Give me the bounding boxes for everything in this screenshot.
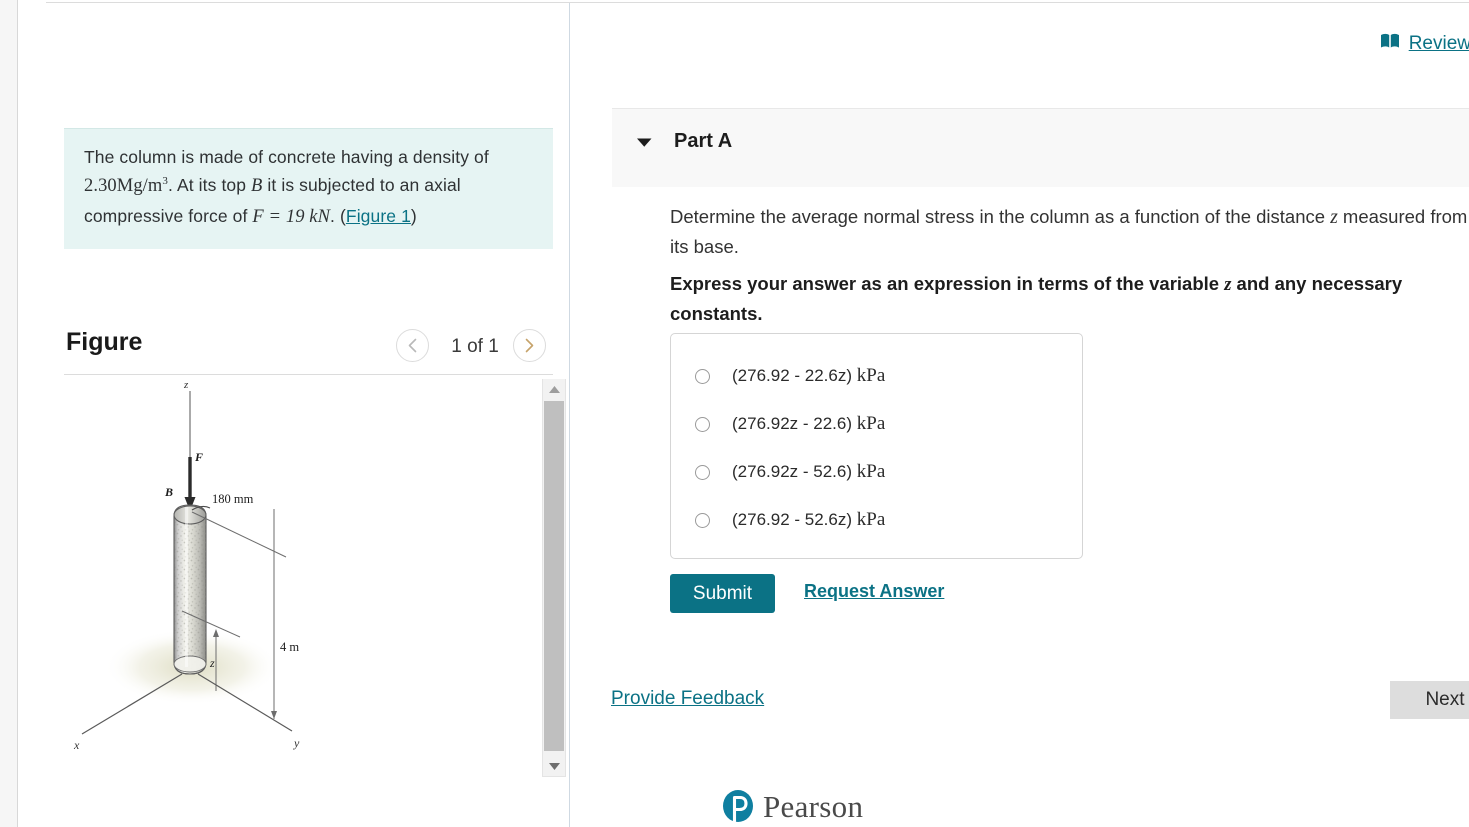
pearson-logo: Pearson	[722, 789, 863, 825]
radio-button-3[interactable]	[695, 464, 710, 480]
next-button[interactable]: Next	[1390, 681, 1469, 719]
density-units: Mg/m3	[116, 175, 169, 197]
radio-button-4[interactable]	[695, 512, 710, 528]
force-expression: F = 19 kN	[252, 207, 331, 228]
radio-button-1[interactable]	[695, 368, 710, 384]
prompt-text-a: Determine the average normal stress in t…	[670, 206, 1331, 227]
question-prompt: Determine the average normal stress in t…	[670, 203, 1469, 261]
figure-scroll-down-button[interactable]	[543, 756, 565, 776]
concrete-column	[173, 504, 207, 675]
radio-button-2[interactable]	[695, 416, 710, 432]
figure-scrollbar[interactable]	[542, 379, 566, 777]
review-label: Review	[1408, 33, 1469, 54]
submit-button[interactable]: Submit	[670, 574, 775, 613]
figure-1-link[interactable]: Figure 1	[346, 206, 411, 226]
y-axis-label: y	[293, 736, 300, 750]
answer-choice-4[interactable]: (276.92 - 52.6z) kPa	[695, 509, 885, 531]
x-axis-label: x	[73, 738, 80, 752]
figure-scroll-up-button[interactable]	[543, 379, 565, 399]
problem-line-2-end: it is subjected to an axial	[262, 175, 461, 196]
scroll-up-arrow-icon	[548, 385, 560, 393]
problem-line-2-mid: . At its top	[168, 175, 252, 196]
problem-line-3-mid: . (	[330, 206, 346, 227]
column-diagram: z F B 180 mm 4 m z x y	[73, 379, 300, 752]
height-dim-arrow	[271, 711, 277, 719]
figure-prev-button[interactable]	[396, 329, 429, 362]
problem-line-1: The column is made of concrete having a …	[84, 147, 489, 167]
instruction-text-a: Express your answer as an expression in …	[670, 273, 1225, 294]
book-icon	[1380, 33, 1400, 55]
figure-scroll-thumb[interactable]	[544, 401, 564, 751]
part-a-label: Part A	[674, 130, 733, 152]
problem-statement-text: The column is made of concrete having a …	[84, 143, 536, 233]
figure-header: Figure 1 of 1	[64, 325, 553, 369]
scroll-down-arrow-icon	[548, 762, 560, 770]
problem-statement-box: The column is made of concrete having a …	[64, 128, 553, 250]
density-value: 2.30	[84, 176, 117, 197]
column-top-cap	[173, 505, 207, 525]
pearson-wordmark: Pearson	[763, 789, 864, 824]
column-base-cap	[173, 655, 207, 673]
problem-line-3-start: compressive force of	[84, 206, 253, 227]
answer-choice-2-label: (276.92z - 22.6) kPa	[732, 413, 886, 434]
answer-choice-4-label: (276.92 - 52.6z) kPa	[732, 509, 886, 530]
problem-panel: The column is made of concrete having a …	[19, 3, 570, 827]
chevron-right-icon	[525, 338, 534, 353]
caret-down-icon[interactable]	[636, 135, 653, 153]
review-link[interactable]: Review	[1380, 33, 1469, 55]
point-b-diagram-label: B	[164, 485, 173, 499]
figure-diagram-viewport: z F B 180 mm 4 m z x y	[64, 379, 540, 777]
part-a-header[interactable]: Part A	[612, 108, 1469, 187]
answer-choice-3-label: (276.92z - 52.6) kPa	[732, 461, 886, 482]
answer-choice-1-label: (276.92 - 22.6z) kPa	[732, 365, 886, 386]
provide-feedback-link[interactable]: Provide Feedback	[611, 688, 764, 710]
height-label: 4 m	[280, 640, 299, 654]
diameter-label: 180 mm	[212, 492, 254, 506]
problem-panel-inner: The column is made of concrete having a …	[64, 3, 566, 827]
force-label: F	[194, 450, 203, 464]
page-root: The column is made of concrete having a …	[0, 0, 1469, 827]
answer-choices-box: (276.92 - 22.6z) kPa (276.92z - 22.6) kP…	[670, 333, 1083, 559]
question-instruction: Express your answer as an expression in …	[670, 270, 1469, 328]
answer-choice-3[interactable]: (276.92z - 52.6) kPa	[695, 461, 885, 483]
figure-title: Figure	[66, 328, 143, 356]
question-panel: Review Part A Determine the average norm…	[572, 3, 1469, 827]
pearson-mark-icon	[723, 790, 753, 823]
request-answer-link[interactable]: Request Answer	[804, 581, 944, 602]
left-edge-strip	[0, 0, 18, 827]
z-axis-top-label: z	[183, 379, 189, 391]
chevron-left-icon	[408, 338, 417, 353]
point-b-label: B	[251, 176, 263, 197]
problem-line-3-end: )	[410, 206, 417, 227]
answer-choice-1[interactable]: (276.92 - 22.6z) kPa	[695, 365, 885, 387]
answer-choice-2[interactable]: (276.92z - 22.6) kPa	[695, 413, 885, 435]
z-dimension-label: z	[209, 656, 215, 670]
figure-next-button[interactable]	[513, 329, 546, 362]
prompt-var-z: z	[1330, 207, 1338, 228]
figure-counter: 1 of 1	[451, 336, 499, 357]
figure-divider-rule	[64, 374, 553, 375]
